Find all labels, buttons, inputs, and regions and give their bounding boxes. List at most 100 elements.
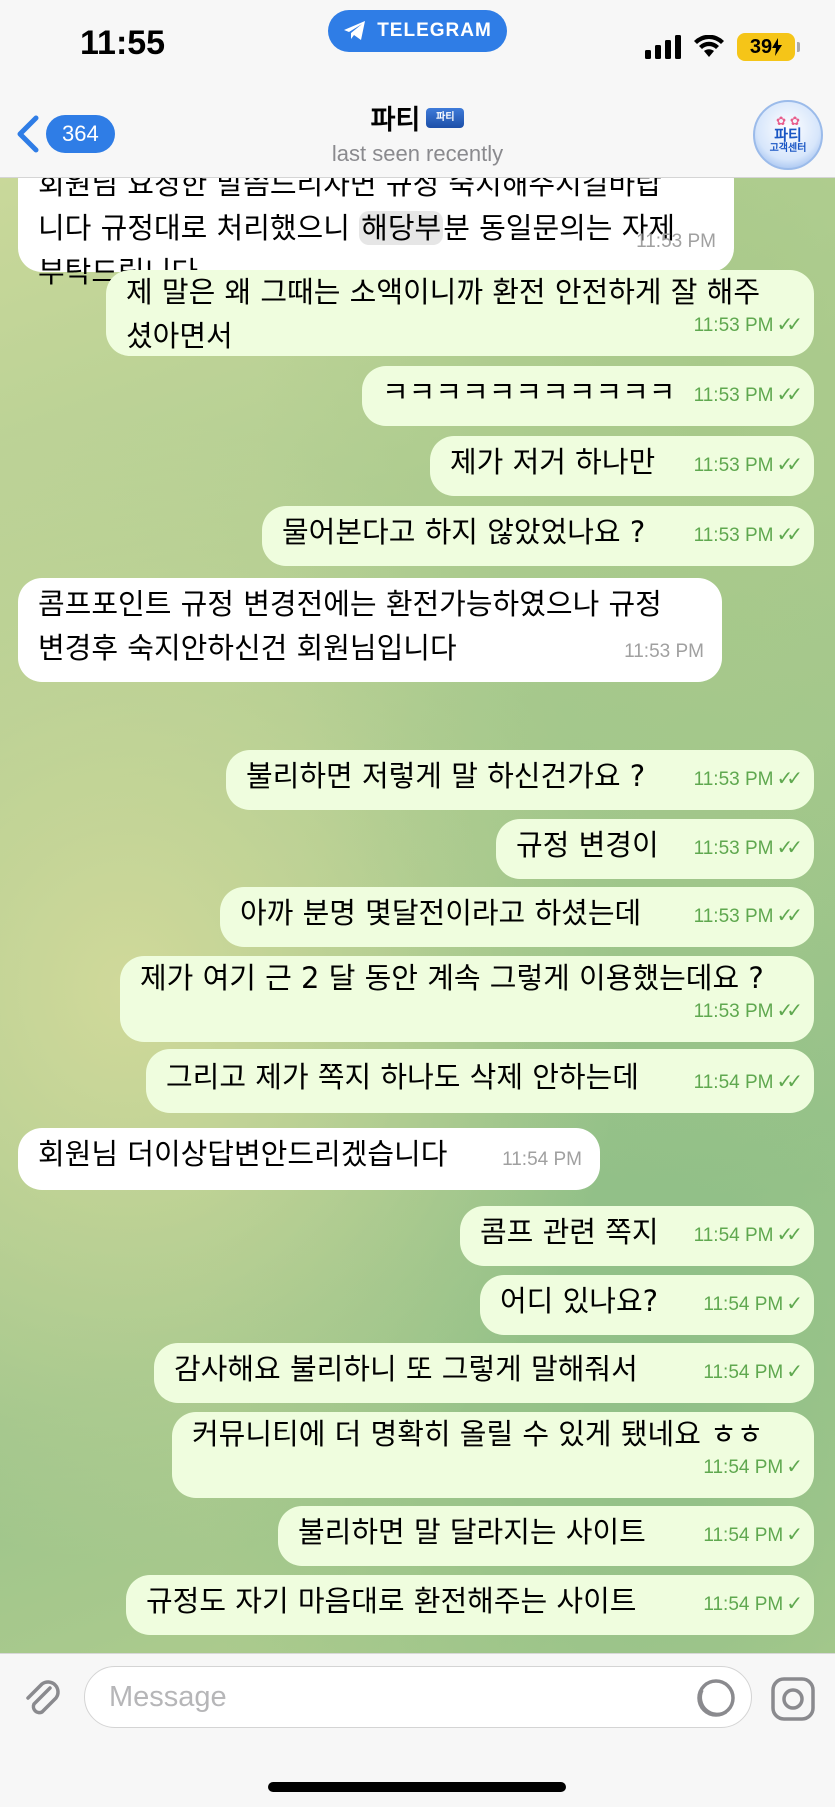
telegram-pill-label: TELEGRAM — [377, 20, 492, 41]
sent-check-icon: ✓ — [786, 1524, 803, 1546]
message-time: 11:53 PM — [693, 315, 774, 336]
wifi-icon — [694, 35, 724, 57]
telegram-plane-icon — [344, 21, 366, 40]
message-time: 11:54 PM — [693, 1072, 774, 1093]
message-text-line: 콤프포인트 규정 변경전에는 환전가능하였으나 규정 — [38, 587, 662, 621]
chat-title-area[interactable]: 파티 파티 last seen recently — [0, 98, 835, 167]
avatar-label-sub: 고객센터 — [769, 143, 807, 154]
signal-icon — [645, 35, 681, 59]
composer-bar — [0, 1653, 835, 1807]
message-meta: 11:53 PM ✓✓ — [693, 303, 803, 348]
search-highlight: 해당부 — [359, 211, 444, 245]
message-bubble-outgoing[interactable]: 커뮤니티에 더 명확히 올릴 수 있게 됐네요 ㅎㅎ 11:54 PM ✓ — [172, 1412, 814, 1498]
telegram-pill[interactable]: TELEGRAM — [328, 10, 507, 52]
message-time: 11:53 PM — [624, 641, 704, 662]
message-text: 콤프 관련 쪽지 — [480, 1215, 659, 1249]
message-text: 감사해요 불리하니 또 그렇게 말해줘서 — [174, 1352, 638, 1386]
message-meta: 11:53 PM ✓✓ — [693, 989, 803, 1034]
message-bubble-outgoing[interactable]: 불리하면 말 달라지는 사이트 11:54 PM ✓ — [278, 1506, 814, 1566]
message-text-line: 니다 규정대로 처리했으니 해당부분 동일문의는 자제 — [38, 211, 676, 245]
message-time: 11:53 PM — [693, 1001, 774, 1022]
message-bubble-outgoing[interactable]: 감사해요 불리하니 또 그렇게 말해줘서 11:54 PM ✓ — [154, 1343, 814, 1403]
message-time: 11:53 PM — [693, 385, 774, 406]
chat-title-text: 파티 — [370, 105, 421, 136]
message-bubble-outgoing[interactable]: ㅋㅋㅋㅋㅋㅋㅋㅋㅋㅋㅋ 11:53 PM ✓✓ — [362, 366, 814, 426]
message-meta: 11:54 PM ✓ — [703, 1282, 803, 1327]
message-text: 불리하면 저렇게 말 하신건가요 ? — [246, 759, 646, 793]
message-text: 제가 저거 하나만 — [450, 445, 656, 479]
instagram-camera-icon[interactable] — [770, 1676, 816, 1722]
message-time: 11:54 PM — [703, 1594, 784, 1615]
message-bubble-incoming[interactable]: 회원님 요청한 말씀드리자면 규정 숙지해주시길바랍 니다 규정대로 처리했으니… — [18, 178, 734, 289]
status-icons: 39 — [645, 30, 800, 64]
message-time: 11:53 PM — [693, 906, 774, 927]
message-text: 규정 변경이 — [516, 828, 659, 862]
message-bubble-outgoing[interactable]: 규정 변경이 11:53 PM ✓✓ — [496, 819, 814, 879]
message-bubble-outgoing[interactable]: 제가 저거 하나만 11:53 PM ✓✓ — [430, 436, 814, 496]
message-input[interactable] — [84, 1666, 752, 1728]
message-text: 그리고 제가 쪽지 하나도 삭제 안하는데 — [166, 1060, 639, 1094]
message-time: 11:53 PM — [636, 231, 716, 252]
message-bubble-incoming[interactable]: 콤프포인트 규정 변경전에는 환전가능하였으나 규정 변경후 숙지안하신건 회원… — [18, 578, 722, 682]
chat-title: 파티 파티 — [371, 98, 465, 137]
chat-header: 364 파티 파티 last seen recently ✿ ✿ 파티 고객센터 — [0, 90, 835, 178]
message-time: 11:53 PM — [693, 525, 774, 546]
sent-check-icon: ✓ — [786, 1593, 803, 1615]
battery-indicator: 39 — [737, 33, 800, 61]
message-meta: 11:53 PM ✓✓ — [693, 373, 803, 418]
message-bubble-outgoing[interactable]: 아까 분명 몇달전이라고 하셨는데 11:53 PM ✓✓ — [220, 887, 814, 947]
message-bubble-outgoing[interactable]: 어디 있나요? 11:54 PM ✓ — [480, 1275, 814, 1335]
title-emblem: 파티 — [426, 107, 465, 128]
sent-check-icon: ✓ — [786, 1456, 803, 1478]
message-meta: 11:54 PM ✓✓ — [693, 1060, 803, 1105]
avatar-label-main: 파티 — [774, 126, 802, 144]
read-double-check-icon: ✓✓ — [776, 1000, 802, 1022]
message-text: 어디 있나요? — [500, 1284, 659, 1318]
sent-check-icon: ✓ — [786, 1361, 803, 1383]
message-text: 규정도 자기 마음대로 환전해주는 사이트 — [146, 1584, 637, 1618]
message-meta: 11:53 PM ✓✓ — [693, 894, 803, 939]
message-meta: 11:54 PM ✓ — [703, 1582, 803, 1627]
read-double-check-icon: ✓✓ — [776, 1224, 802, 1246]
message-meta: 11:53 PM ✓✓ — [693, 757, 803, 802]
message-time: 11:54 PM — [703, 1457, 784, 1478]
message-text: 물어본다고 하지 않았었나요 ? — [282, 515, 646, 549]
message-time: 11:54 PM — [502, 1149, 582, 1170]
message-bubble-outgoing[interactable]: 불리하면 저렇게 말 하신건가요 ? 11:53 PM ✓✓ — [226, 750, 814, 810]
read-double-check-icon: ✓✓ — [776, 905, 802, 927]
message-time: 11:54 PM — [703, 1294, 784, 1315]
chat-avatar[interactable]: ✿ ✿ 파티 고객센터 — [753, 100, 823, 170]
message-meta: 11:53 PM ✓✓ — [693, 443, 803, 488]
read-double-check-icon: ✓✓ — [776, 384, 802, 406]
message-bubble-outgoing[interactable]: 규정도 자기 마음대로 환전해주는 사이트 11:54 PM ✓ — [126, 1575, 814, 1635]
read-double-check-icon: ✓✓ — [776, 768, 802, 790]
message-time: 11:53 PM — [693, 838, 774, 859]
status-bar: 11:55 TELEGRAM 39 — [0, 0, 835, 90]
read-double-check-icon: ✓✓ — [776, 524, 802, 546]
read-double-check-icon: ✓✓ — [776, 837, 802, 859]
message-bubble-outgoing[interactable]: 그리고 제가 쪽지 하나도 삭제 안하는데 11:54 PM ✓✓ — [146, 1049, 814, 1113]
read-double-check-icon: ✓✓ — [776, 1071, 802, 1093]
message-bubble-incoming[interactable]: 회원님 더이상답변안드리겠습니다 11:54 PM — [18, 1128, 600, 1190]
clock: 11:55 — [80, 24, 166, 62]
message-meta: 11:53 PM ✓✓ — [693, 513, 803, 558]
message-time: 11:54 PM — [693, 1225, 774, 1246]
home-indicator[interactable] — [268, 1782, 566, 1792]
message-time: 11:53 PM — [693, 769, 774, 790]
sticker-icon[interactable] — [696, 1678, 736, 1718]
message-text: 회원님 더이상답변안드리겠습니다 — [38, 1137, 448, 1171]
message-bubble-outgoing[interactable]: 물어본다고 하지 않았었나요 ? 11:53 PM ✓✓ — [262, 506, 814, 566]
message-bubble-outgoing[interactable]: 제가 여기 근 2 달 동안 계속 그렇게 이용했는데요 ? 11:53 PM ✓… — [120, 956, 814, 1042]
charging-bolt-icon — [772, 38, 783, 56]
message-text: ㅋㅋㅋㅋㅋㅋㅋㅋㅋㅋㅋ — [382, 375, 676, 409]
message-text-line: 회원님 요청한 말씀드리자면 규정 숙지해주시길바랍 — [38, 178, 662, 201]
battery-level: 39 — [749, 35, 773, 58]
message-time: 11:53 PM — [693, 455, 774, 476]
message-meta: 11:54 PM ✓ — [703, 1513, 803, 1558]
read-double-check-icon: ✓✓ — [776, 454, 802, 476]
message-bubble-outgoing[interactable]: 제 말은 왜 그때는 소액이니까 환전 안전하게 잘 해주 셨아면서 11:53… — [106, 270, 814, 356]
paperclip-icon[interactable] — [20, 1676, 66, 1722]
message-bubble-outgoing[interactable]: 콤프 관련 쪽지 11:54 PM ✓✓ — [460, 1206, 814, 1266]
message-list[interactable]: 회원님 요청한 말씀드리자면 규정 숙지해주시길바랍 니다 규정대로 처리했으니… — [0, 178, 835, 1653]
message-text: 아까 분명 몇달전이라고 하셨는데 — [240, 896, 642, 930]
